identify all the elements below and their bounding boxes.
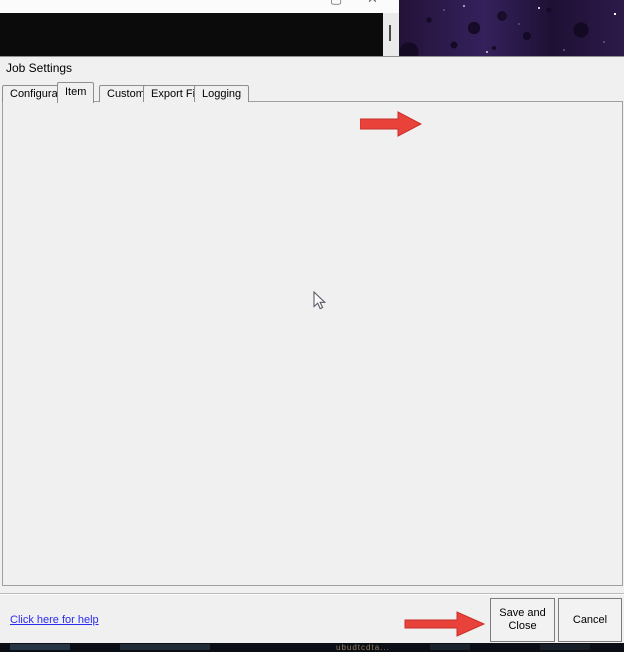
screenshot-root: — ▢ ✕ Job Settings Configuration Item Cu… bbox=[0, 0, 624, 652]
tab-item[interactable]: Item bbox=[57, 82, 94, 103]
close-icon[interactable]: ✕ bbox=[367, 0, 378, 6]
footer-separator-highlight bbox=[0, 594, 624, 595]
strip-texture bbox=[540, 644, 590, 650]
strip-texture bbox=[120, 644, 210, 650]
background-gap bbox=[383, 13, 399, 56]
mouse-cursor-icon bbox=[313, 291, 327, 311]
tab-logging[interactable]: Logging bbox=[194, 85, 249, 102]
cancel-button[interactable]: Cancel bbox=[558, 598, 622, 642]
annotation-arrow-save bbox=[404, 609, 486, 639]
save-and-close-button[interactable]: Save and Close bbox=[490, 598, 555, 642]
strip-texture bbox=[10, 644, 70, 650]
background-photo bbox=[399, 0, 624, 57]
dialog-title: Job Settings bbox=[6, 62, 72, 75]
text-cursor-icon bbox=[389, 25, 391, 41]
strip-texture bbox=[430, 644, 470, 650]
maximize-icon[interactable]: ▢ bbox=[330, 0, 342, 6]
help-link[interactable]: Click here for help bbox=[10, 614, 99, 627]
taskbar-faint-text: ubudtcdta... bbox=[336, 643, 390, 652]
background-taskbar-strip: ubudtcdta... bbox=[0, 643, 624, 652]
annotation-arrow-upload-all bbox=[360, 111, 422, 137]
tab-page-item bbox=[2, 101, 623, 586]
minimize-icon[interactable]: — bbox=[288, 0, 301, 6]
background-black-panel bbox=[0, 13, 383, 56]
